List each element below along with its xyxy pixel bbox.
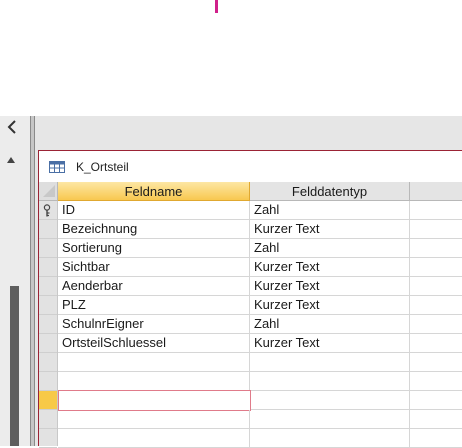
field-name-cell[interactable] [58,372,250,390]
data-type-cell[interactable] [250,372,410,390]
row-selector[interactable] [39,239,57,258]
chevron-left-icon [7,120,16,134]
data-type-cell[interactable]: Kurzer Text [250,296,410,314]
description-cell[interactable] [410,315,462,333]
data-type-cell[interactable]: Zahl [250,315,410,333]
field-row: Sortierung Zahl [58,239,462,258]
triangle-up-icon [7,157,15,163]
data-type-cell[interactable]: Kurzer Text [250,220,410,238]
row-selector[interactable] [39,258,57,277]
field-name-cell[interactable]: PLZ [58,296,250,314]
description-cell[interactable] [410,353,462,371]
scroll-up-button[interactable] [6,154,16,164]
row-selector[interactable] [39,220,57,239]
field-row: ID Zahl [58,201,462,220]
description-cell[interactable] [410,277,462,295]
field-name-cell[interactable]: OrtsteilSchluessel [58,334,250,352]
collapse-navigation-button[interactable] [3,117,23,137]
corner-triangle-icon [43,185,55,197]
data-type-cell[interactable] [250,429,410,447]
table-icon [49,161,65,173]
field-row [58,429,462,448]
field-name-cell[interactable]: ID [58,201,250,219]
field-row: OrtsteilSchluessel Kurzer Text [58,334,462,353]
data-type-cell[interactable] [250,410,410,428]
description-cell[interactable] [410,296,462,314]
field-name-cell[interactable]: Sichtbar [58,258,250,276]
row-selector[interactable] [39,277,57,296]
field-name-cell[interactable]: Sortierung [58,239,250,257]
field-row [58,390,462,411]
row-selector[interactable] [39,372,57,391]
field-name-cell[interactable]: SchulnrEigner [58,315,250,333]
field-row: Bezeichnung Kurzer Text [58,220,462,239]
row-selector[interactable] [39,353,57,372]
field-design-grid: Feldname Felddatentyp ID Zahl Bezeichnung K… [39,182,462,448]
row-selector-column [39,201,58,448]
description-cell[interactable] [410,429,462,447]
field-name-cell[interactable] [58,353,250,371]
data-type-cell[interactable]: Zahl [250,201,410,219]
description-cell[interactable] [410,410,462,428]
field-name-cell[interactable] [58,429,250,447]
row-selector[interactable] [39,429,57,448]
field-name-cell[interactable]: Bezeichnung [58,220,250,238]
data-type-cell[interactable] [250,391,410,409]
select-all-corner[interactable] [39,182,58,201]
document-title: K_Ortsteil [76,160,129,174]
accent-marker [215,0,218,13]
field-row: SchulnrEigner Zahl [58,315,462,334]
scrollbar-thumb[interactable] [10,286,19,446]
row-selector[interactable] [39,410,57,429]
column-header-description[interactable] [410,182,462,201]
row-selector[interactable] [39,315,57,334]
data-type-cell[interactable]: Kurzer Text [250,258,410,276]
field-row [58,353,462,372]
data-type-cell[interactable] [250,353,410,371]
row-selector[interactable] [39,391,57,410]
data-type-cell[interactable]: Kurzer Text [250,334,410,352]
description-cell[interactable] [410,239,462,257]
description-cell[interactable] [410,391,462,409]
row-selector[interactable] [39,296,57,315]
description-cell[interactable] [410,372,462,390]
data-type-cell[interactable]: Kurzer Text [250,277,410,295]
description-cell[interactable] [410,220,462,238]
column-header-felddatentyp[interactable]: Felddatentyp [250,182,410,201]
field-name-cell[interactable] [58,410,250,428]
description-cell[interactable] [410,201,462,219]
row-selector[interactable] [39,334,57,353]
description-cell[interactable] [410,258,462,276]
field-name-cell[interactable]: Aenderbar [58,277,250,295]
column-header-feldname[interactable]: Feldname [58,182,250,201]
data-type-cell[interactable]: Zahl [250,239,410,257]
field-rows: ID Zahl Bezeichnung Kurzer Text Sortierung Za… [58,201,462,448]
field-row: Aenderbar Kurzer Text [58,277,462,296]
description-cell[interactable] [410,334,462,352]
primary-key-icon [43,204,51,217]
field-row [58,372,462,391]
document-tab[interactable]: K_Ortsteil [39,151,462,182]
field-row: Sichtbar Kurzer Text [58,258,462,277]
field-row [58,410,462,429]
field-row: PLZ Kurzer Text [58,296,462,315]
row-selector[interactable] [39,201,57,220]
active-cell-editor[interactable] [58,390,251,411]
